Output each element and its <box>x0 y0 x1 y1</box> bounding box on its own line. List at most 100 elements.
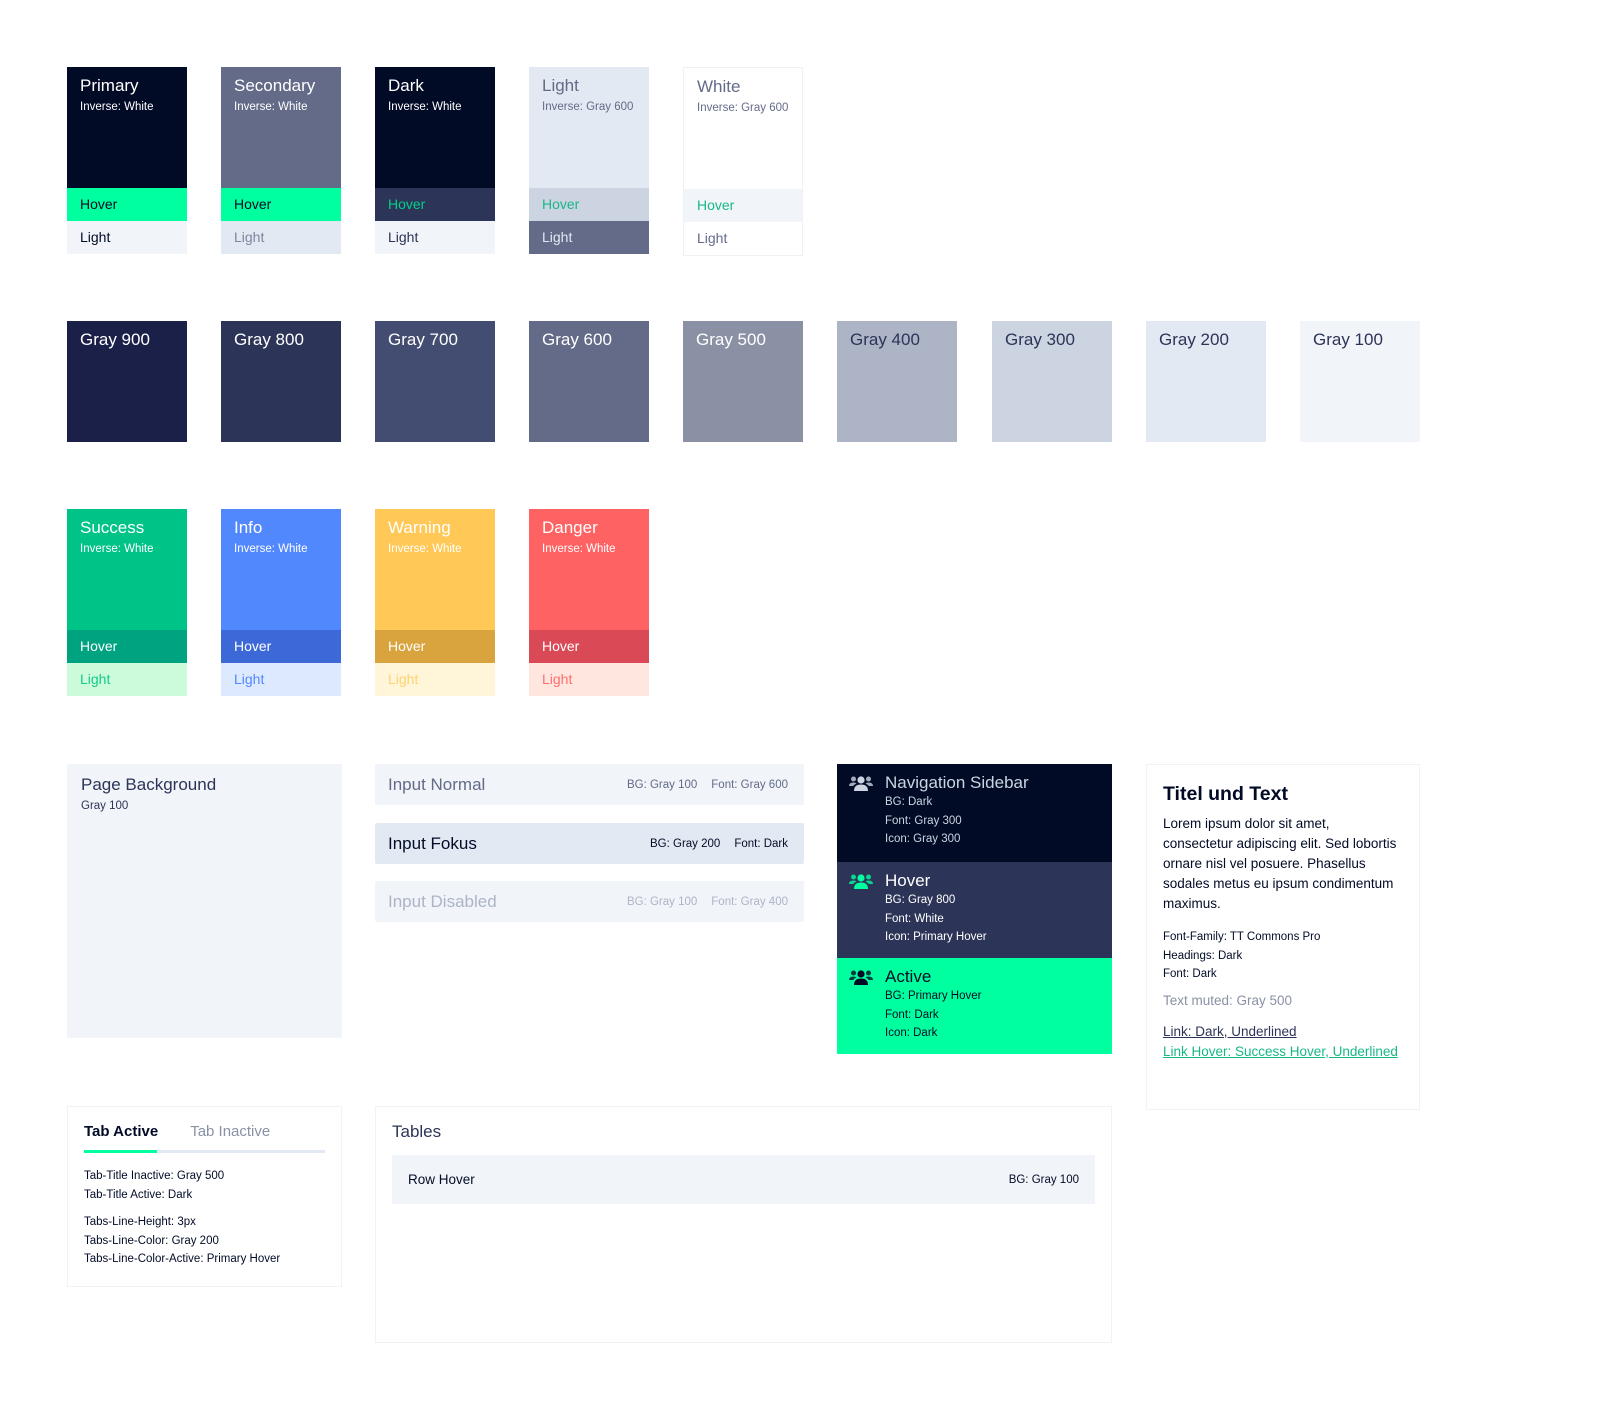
nav-item-note: BG: Primary Hover <box>885 987 982 1006</box>
swatch-main: PrimaryInverse: White <box>67 67 187 188</box>
input-font-note: Font: Gray 400 <box>711 896 788 908</box>
meta-line: Tabs-Line-Color: Gray 200 <box>84 1232 325 1251</box>
input-meta: BG: Gray 100 Font: Gray 600 <box>627 779 788 791</box>
input-meta: BG: Gray 100 Font: Gray 400 <box>627 896 788 908</box>
swatch-light: Light <box>684 222 802 255</box>
swatch-light: Light <box>221 663 341 696</box>
meta-line: Font-Family: TT Commons Pro <box>1163 928 1403 947</box>
color-swatch-secondary: SecondaryInverse: WhiteHoverLight <box>221 67 341 254</box>
row-note: BG: Gray 100 <box>1009 1174 1079 1186</box>
swatch-inverse: Inverse: White <box>234 543 328 555</box>
swatch-hover: Hover <box>375 630 495 663</box>
swatch-inverse: Inverse: Gray 600 <box>697 102 789 114</box>
nav-item-hover[interactable]: HoverBG: Gray 800Font: WhiteIcon: Primar… <box>837 862 1112 958</box>
color-swatch-white: White Inverse: Gray 600 HoverLight <box>683 67 803 256</box>
swatch-main: LightInverse: Gray 600 <box>529 67 649 188</box>
gray-swatch-gray-300: Gray 300 <box>992 321 1112 442</box>
input-bg-note: BG: Gray 100 <box>627 779 697 791</box>
nav-item-navigation[interactable]: Navigation SidebarBG: DarkFont: Gray 300… <box>837 764 1112 862</box>
typography-body: Lorem ipsum dolor sit amet, consectetur … <box>1163 814 1403 914</box>
page-background-title: Page Background <box>81 775 328 795</box>
input-label: Input Disabled <box>388 892 497 912</box>
swatch-name: Danger <box>542 518 636 538</box>
nav-item-note: Icon: Primary Hover <box>885 928 987 947</box>
color-swatch-danger: DangerInverse: WhiteHoverLight <box>529 509 649 696</box>
meta-line: Font: Dark <box>1163 965 1403 984</box>
swatch-hover: Hover <box>67 188 187 221</box>
gray-swatch-gray-600: Gray 600 <box>529 321 649 442</box>
link-dark[interactable]: Link: Dark, Underlined <box>1163 1022 1403 1042</box>
typography-title: Titel und Text <box>1163 783 1403 806</box>
tab-inactive[interactable]: Tab Inactive <box>190 1123 270 1140</box>
input-label: Input Fokus <box>388 834 477 854</box>
tab-meta-group: Tabs-Line-Height: 3px Tabs-Line-Color: G… <box>84 1213 325 1269</box>
input-bg-note: BG: Gray 200 <box>650 838 720 850</box>
nav-item-text: Navigation SidebarBG: DarkFont: Gray 300… <box>885 773 1029 853</box>
input-bg-note: BG: Gray 100 <box>627 896 697 908</box>
tab-meta-group: Tab-Title Inactive: Gray 500 Tab-Title A… <box>84 1167 325 1204</box>
typography-card: Titel und Text Lorem ipsum dolor sit ame… <box>1146 764 1420 1110</box>
swatch-main: SuccessInverse: White <box>67 509 187 630</box>
swatch-name: White <box>697 77 789 97</box>
nav-item-title: Active <box>885 967 982 987</box>
nav-item-note: BG: Gray 800 <box>885 891 987 910</box>
swatch-name: Primary <box>80 76 174 96</box>
tab-line <box>84 1150 325 1153</box>
input-font-note: Font: Dark <box>734 838 788 850</box>
swatch-name: Success <box>80 518 174 538</box>
swatch-light: Light <box>67 663 187 696</box>
swatch-name: Warning <box>388 518 482 538</box>
row-label: Row Hover <box>408 1172 475 1187</box>
meta-line: Tabs-Line-Color-Active: Primary Hover <box>84 1250 325 1269</box>
swatch-inverse: Inverse: White <box>388 101 482 113</box>
muted-text: Text muted: Gray 500 <box>1163 993 1403 1008</box>
gray-swatch-gray-100: Gray 100 <box>1300 321 1420 442</box>
input-meta: BG: Gray 200 Font: Dark <box>650 838 788 850</box>
swatch-name: Light <box>542 76 636 96</box>
nav-item-note: Icon: Dark <box>885 1024 982 1043</box>
gray-swatch-gray-400: Gray 400 <box>837 321 957 442</box>
swatch-light: Light <box>529 221 649 254</box>
tab-active[interactable]: Tab Active <box>84 1123 158 1140</box>
swatch-hover: Hover <box>529 630 649 663</box>
link-hover[interactable]: Link Hover: Success Hover, Underlined <box>1163 1042 1403 1062</box>
swatch-main: White Inverse: Gray 600 <box>684 68 802 189</box>
navigation-sidebar-sample: Navigation SidebarBG: DarkFont: Gray 300… <box>837 764 1112 1054</box>
table-row[interactable]: Row Hover BG: Gray 100 <box>392 1155 1095 1204</box>
nav-item-note: Icon: Gray 300 <box>885 830 1029 849</box>
nav-item-note: Font: Dark <box>885 1006 982 1025</box>
gray-swatch-gray-900: Gray 900 <box>67 321 187 442</box>
meta-line: Tab-Title Inactive: Gray 500 <box>84 1167 325 1186</box>
tabs-card: Tab Active Tab Inactive Tab-Title Inacti… <box>67 1106 342 1287</box>
meta-line: Tab-Title Active: Dark <box>84 1186 325 1205</box>
color-swatch-primary: PrimaryInverse: WhiteHoverLight <box>67 67 187 254</box>
input-label: Input Normal <box>388 775 485 795</box>
swatch-light: Light <box>67 221 187 254</box>
swatch-light: Light <box>375 221 495 254</box>
users-icon <box>849 969 873 987</box>
gray-swatch-gray-500: Gray 500 <box>683 321 803 442</box>
swatch-main: Info Inverse: White <box>221 509 341 630</box>
nav-item-text: HoverBG: Gray 800Font: WhiteIcon: Primar… <box>885 871 987 949</box>
swatch-name: Dark <box>388 76 482 96</box>
input-fokus[interactable]: Input Fokus BG: Gray 200 Font: Dark <box>375 823 804 864</box>
swatch-light: Light <box>529 663 649 696</box>
gray-swatch-gray-200: Gray 200 <box>1146 321 1266 442</box>
swatch-name: Info <box>234 518 328 538</box>
swatch-hover: Hover <box>684 189 802 222</box>
gray-swatch-gray-800: Gray 800 <box>221 321 341 442</box>
input-font-note: Font: Gray 600 <box>711 779 788 791</box>
nav-item-text: ActiveBG: Primary HoverFont: DarkIcon: D… <box>885 967 982 1045</box>
tab-line-active <box>84 1150 157 1153</box>
color-swatch-light: LightInverse: Gray 600HoverLight <box>529 67 649 254</box>
nav-item-active[interactable]: ActiveBG: Primary HoverFont: DarkIcon: D… <box>837 958 1112 1054</box>
swatch-light: Light <box>221 221 341 254</box>
swatch-main: DangerInverse: White <box>529 509 649 630</box>
swatch-main: WarningInverse: White <box>375 509 495 630</box>
input-normal[interactable]: Input Normal BG: Gray 100 Font: Gray 600 <box>375 764 804 805</box>
nav-item-note: BG: Dark <box>885 793 1029 812</box>
users-icon <box>849 873 873 891</box>
swatch-light: Light <box>375 663 495 696</box>
color-swatch-info: InfoInverse: WhiteHoverLight <box>221 509 341 696</box>
meta-line: Headings: Dark <box>1163 947 1403 966</box>
